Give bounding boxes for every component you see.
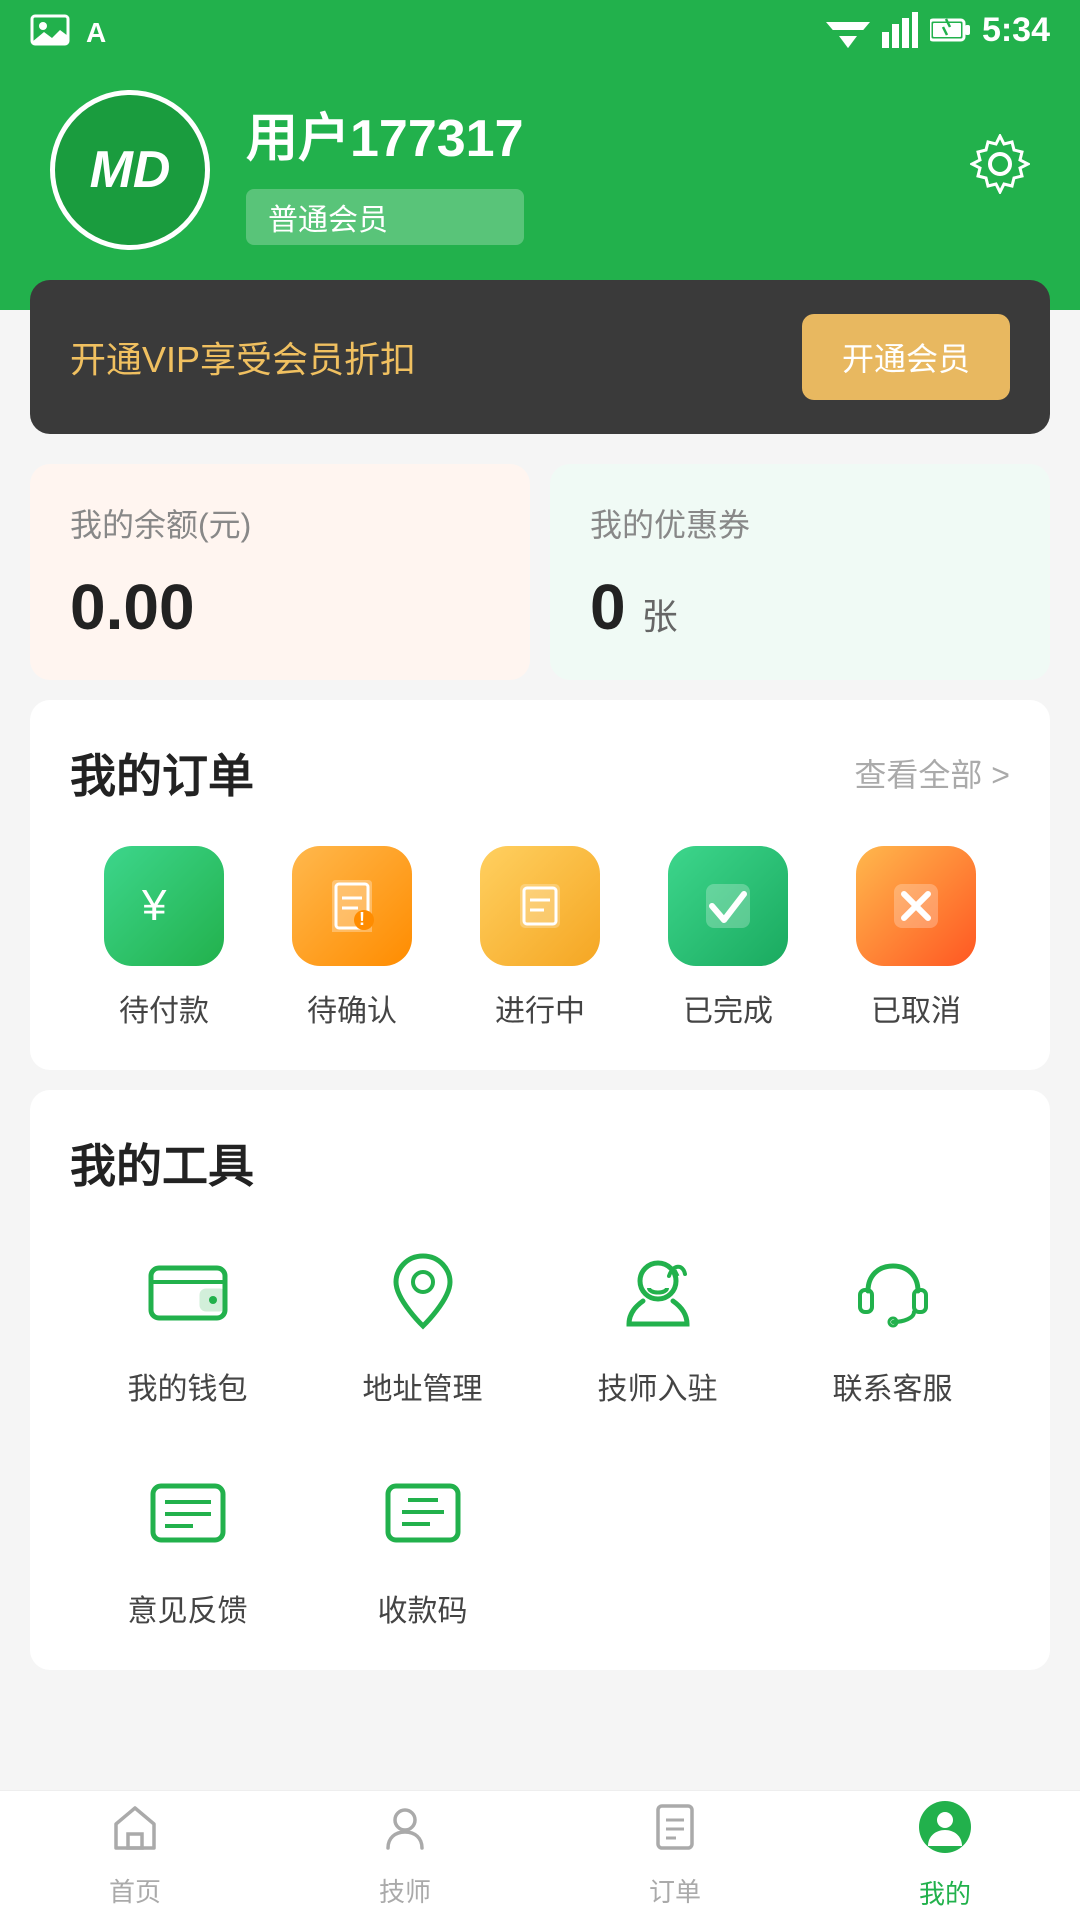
tool-label-feedback: 意见反馈	[128, 1586, 248, 1630]
payment-code-icon	[368, 1458, 478, 1568]
signal-icon	[882, 12, 918, 48]
status-bar: A 5:34	[0, 0, 1080, 60]
address-icon	[368, 1236, 478, 1346]
svg-text:!: !	[359, 909, 365, 929]
order-item-cancelled[interactable]: 已取消	[856, 846, 976, 1030]
order-label-2: 进行中	[495, 986, 585, 1030]
order-item-pending-payment[interactable]: ¥ 待付款	[104, 846, 224, 1030]
tool-label-customer-service: 联系客服	[833, 1364, 953, 1408]
battery-icon	[930, 16, 970, 44]
image-status-icon	[30, 14, 70, 46]
customer-service-icon	[838, 1236, 948, 1346]
wifi-icon	[826, 12, 870, 48]
tools-row-1: 我的钱包 地址管理 技师入驻	[70, 1236, 1010, 1408]
username: 用户177317	[246, 96, 524, 171]
orders-title: 我的订单	[70, 740, 254, 806]
profile-row: MD 用户177317 普通会员	[50, 90, 1030, 250]
order-item-completed[interactable]: 已完成	[668, 846, 788, 1030]
order-icon-completed	[668, 846, 788, 966]
header: MD 用户177317 普通会员	[0, 60, 1080, 310]
tools-header: 我的工具	[70, 1130, 1010, 1196]
orders-section: 我的订单 查看全部 > ¥ 待付款 !	[30, 700, 1050, 1070]
profile-left: MD 用户177317 普通会员	[50, 90, 524, 250]
nav-label-technician: 技师	[379, 1872, 431, 1909]
bottom-nav: 首页 技师 订单 我的	[0, 1790, 1080, 1920]
nav-item-order[interactable]: 订单	[540, 1802, 810, 1909]
coupon-value-row: 0 张	[590, 570, 1010, 644]
technician-icon	[603, 1236, 713, 1346]
vip-text: 开通VIP享受会员折扣	[70, 331, 416, 383]
avatar-initials: MD	[90, 140, 171, 200]
feedback-icon	[133, 1458, 243, 1568]
tool-technician[interactable]: 技师入驻	[598, 1236, 718, 1408]
order-nav-icon	[650, 1802, 700, 1864]
nav-label-home: 首页	[109, 1872, 161, 1909]
order-label-1: 待确认	[307, 986, 397, 1030]
coupon-unit: 张	[642, 588, 678, 640]
coupon-label: 我的优惠券	[590, 500, 1010, 546]
nav-label-order: 订单	[649, 1872, 701, 1909]
settings-icon[interactable]	[970, 134, 1030, 207]
coupon-card[interactable]: 我的优惠券 0 张	[550, 464, 1050, 680]
cards-row: 我的余额(元) 0.00 我的优惠券 0 张	[30, 464, 1050, 680]
tool-label-technician: 技师入驻	[598, 1364, 718, 1408]
technician-nav-icon	[380, 1802, 430, 1864]
nav-label-mine: 我的	[919, 1874, 971, 1911]
balance-value: 0.00	[70, 570, 490, 644]
profile-info: 用户177317 普通会员	[246, 96, 524, 245]
a-status-icon: A	[86, 14, 122, 46]
svg-text:A: A	[86, 17, 106, 46]
nav-item-mine[interactable]: 我的	[810, 1800, 1080, 1911]
balance-card[interactable]: 我的余额(元) 0.00	[30, 464, 530, 680]
orders-header: 我的订单 查看全部 >	[70, 740, 1010, 806]
coupon-value: 0	[590, 570, 626, 644]
order-label-4: 已取消	[871, 986, 961, 1030]
home-icon	[110, 1802, 160, 1864]
tools-title: 我的工具	[70, 1130, 254, 1196]
status-bar-right: 5:34	[826, 11, 1050, 50]
tool-address[interactable]: 地址管理	[363, 1236, 483, 1408]
mine-nav-icon	[918, 1800, 972, 1866]
vip-banner: 开通VIP享受会员折扣 开通会员	[30, 280, 1050, 434]
tool-payment-code[interactable]: 收款码	[305, 1458, 540, 1630]
svg-text:¥: ¥	[141, 881, 167, 930]
tool-feedback[interactable]: 意见反馈	[70, 1458, 305, 1630]
tool-label-wallet: 我的钱包	[128, 1364, 248, 1408]
wallet-icon	[133, 1236, 243, 1346]
order-icon-pending-confirm: !	[292, 846, 412, 966]
order-icons-row: ¥ 待付款 ! 待确认	[70, 846, 1010, 1030]
nav-item-home[interactable]: 首页	[0, 1802, 270, 1909]
order-item-in-progress[interactable]: 进行中	[480, 846, 600, 1030]
tool-wallet[interactable]: 我的钱包	[128, 1236, 248, 1408]
nav-item-technician[interactable]: 技师	[270, 1802, 540, 1909]
tools-section: 我的工具 我的钱包 地址管理	[30, 1090, 1050, 1670]
order-item-pending-confirm[interactable]: ! 待确认	[292, 846, 412, 1030]
tool-customer-service[interactable]: 联系客服	[833, 1236, 953, 1408]
order-icon-in-progress	[480, 846, 600, 966]
orders-view-all[interactable]: 查看全部 >	[854, 750, 1010, 796]
tools-row-2: 意见反馈 收款码	[70, 1458, 1010, 1630]
order-label-0: 待付款	[119, 986, 209, 1030]
order-icon-cancelled	[856, 846, 976, 966]
order-label-3: 已完成	[683, 986, 773, 1030]
tool-label-payment-code: 收款码	[378, 1586, 468, 1630]
balance-label: 我的余额(元)	[70, 500, 490, 546]
tool-label-address: 地址管理	[363, 1364, 483, 1408]
clock: 5:34	[982, 11, 1050, 50]
status-bar-left: A	[30, 14, 122, 46]
avatar: MD	[50, 90, 210, 250]
vip-open-button[interactable]: 开通会员	[802, 314, 1010, 400]
order-icon-pending-payment: ¥	[104, 846, 224, 966]
member-badge: 普通会员	[246, 189, 524, 245]
